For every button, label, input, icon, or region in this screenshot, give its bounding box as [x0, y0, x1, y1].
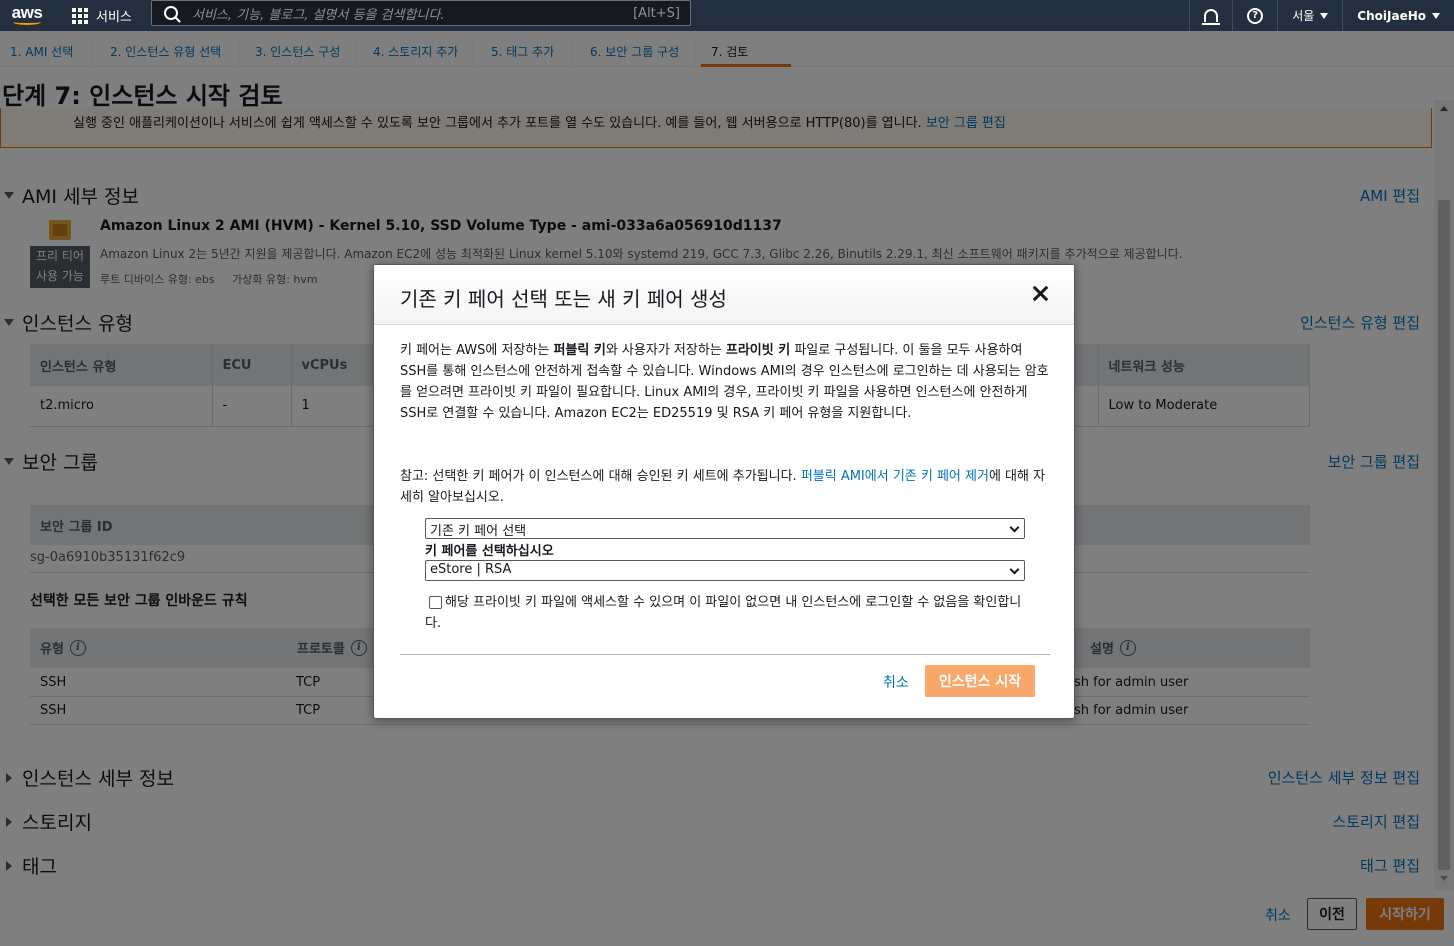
- account-menu[interactable]: ChoiJaeHo: [1342, 0, 1454, 31]
- chevron-down-icon: [1009, 522, 1020, 533]
- acknowledge-label: 해당 프라이빗 키 파일에 액세스할 수 있으며 이 파일이 없으면 내 인스턴…: [425, 595, 1022, 631]
- bell-icon: [1202, 9, 1221, 25]
- chevron-down-icon: [1009, 564, 1020, 575]
- dialog-title: 기존 키 페어 선택 또는 새 키 페어 생성: [400, 287, 727, 311]
- search-shortcut: [Alt+S]: [633, 5, 680, 21]
- key-pair-dialog: 기존 키 페어 선택 또는 새 키 페어 생성 키 페어는 AWS에 저장하는 …: [373, 264, 1075, 719]
- aws-logo-text: aws: [11, 3, 43, 22]
- close-icon[interactable]: [1032, 285, 1048, 301]
- caret-down-icon: [1432, 12, 1440, 19]
- dialog-description: 키 페어는 AWS에 저장하는 퍼블릭 키와 사용자가 저장하는 프라이빗 키 …: [400, 343, 1049, 421]
- services-label: 서비스: [96, 10, 132, 25]
- top-nav-bar: aws 서비스 서비스, 기능, 블로그, 설명서 등을 검색합니다. [Alt…: [0, 0, 1454, 31]
- remove-key-pair-link[interactable]: 퍼블릭 AMI에서 기존 키 페어 제거: [801, 469, 989, 484]
- help-button[interactable]: ?: [1232, 0, 1277, 31]
- dialog-note: 참고: 선택한 키 페어가 이 인스턴스에 대해 승인된 키 세트에 추가됩니다…: [400, 469, 1046, 505]
- dialog-header: 기존 키 페어 선택 또는 새 키 페어 생성: [374, 265, 1074, 325]
- search-icon: [164, 6, 178, 20]
- launch-instances-button[interactable]: 인스턴스 시작: [925, 665, 1035, 697]
- user-name: ChoiJaeHo: [1357, 8, 1426, 23]
- help-icon: ?: [1247, 7, 1264, 24]
- region-selector[interactable]: 서울: [1277, 0, 1342, 31]
- acknowledge-checkbox[interactable]: [429, 596, 442, 609]
- select-value: eStore | RSA: [430, 562, 512, 577]
- select-value: 기존 키 페어 선택: [430, 524, 527, 539]
- grid-icon: [72, 7, 88, 24]
- aws-logo[interactable]: aws: [2, 0, 52, 31]
- dialog-cancel-link[interactable]: 취소: [883, 672, 909, 692]
- search-placeholder: 서비스, 기능, 블로그, 설명서 등을 검색합니다.: [192, 7, 445, 23]
- services-menu-button[interactable]: 서비스: [72, 6, 132, 25]
- key-pair-action-select[interactable]: 기존 키 페어 선택: [425, 518, 1025, 539]
- notifications-button[interactable]: [1189, 0, 1232, 31]
- region-label: 서울: [1292, 9, 1315, 23]
- search-input[interactable]: 서비스, 기능, 블로그, 설명서 등을 검색합니다. [Alt+S]: [151, 0, 691, 26]
- caret-down-icon: [1320, 12, 1329, 19]
- key-pair-select[interactable]: eStore | RSA: [425, 560, 1025, 581]
- aws-smile-icon: [13, 19, 41, 25]
- key-pair-select-label: 키 페어를 선택하십시오: [425, 544, 554, 559]
